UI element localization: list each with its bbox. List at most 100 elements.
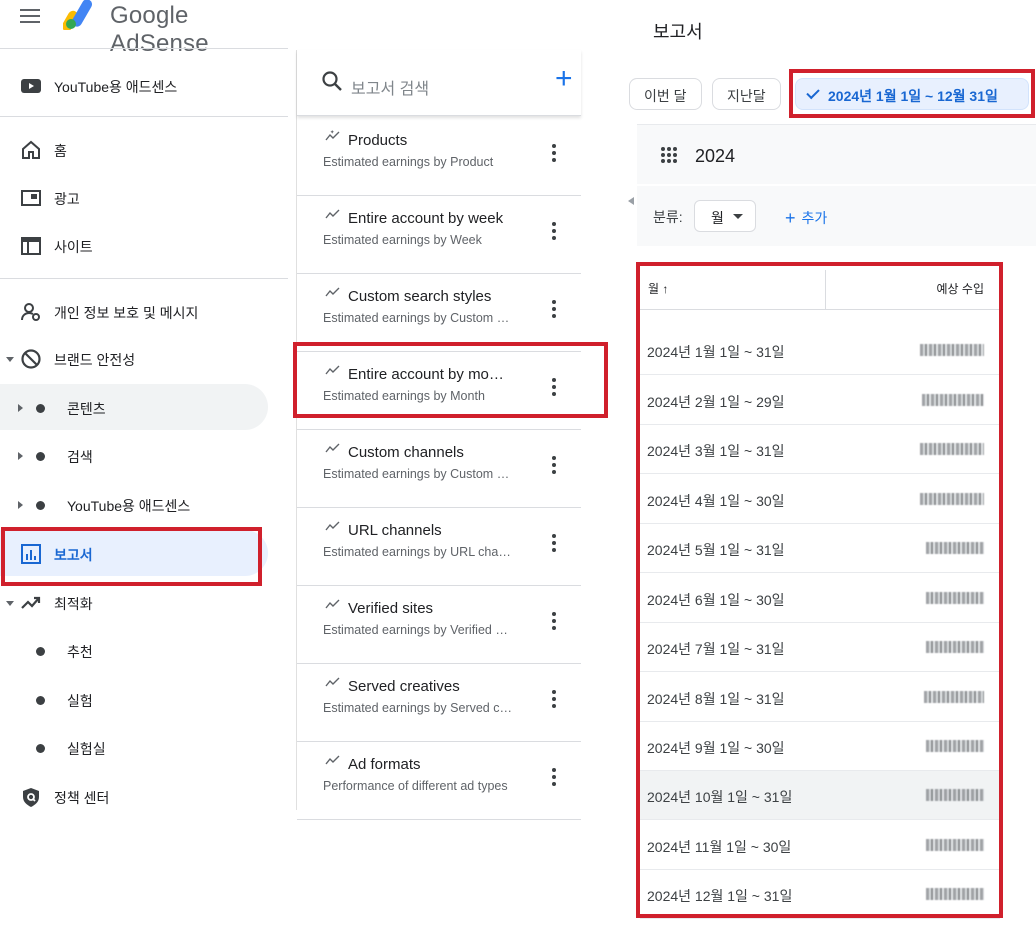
search-input[interactable]: 보고서 검색 [351, 75, 429, 99]
chevron-right-icon[interactable] [18, 501, 23, 509]
breakdown-row: 분류: 월 + 추가 [637, 186, 1036, 246]
table-row[interactable]: 2024년 9월 1일 ~ 30일 [640, 722, 1000, 771]
table-row[interactable]: 2024년 1월 1일 ~ 31일 [640, 326, 1000, 375]
sidebar-item-reports[interactable]: 보고서 [0, 530, 268, 576]
sidebar-item-ads[interactable]: 광고 [0, 174, 268, 220]
trending-up-icon [21, 596, 41, 609]
report-item-verified-sites[interactable]: Verified sites Estimated earnings by Ver… [297, 586, 581, 664]
bullet-icon [36, 452, 45, 461]
search-icon [322, 71, 342, 91]
person-settings-icon [21, 303, 40, 321]
month-cell: 2024년 4월 1일 ~ 30일 [647, 493, 785, 509]
sparkline-icon [325, 130, 340, 141]
sidebar-item-brand-safety[interactable]: 브랜드 안전성 [0, 335, 268, 381]
sidebar-item-policy-center[interactable]: 정책 센터 [0, 773, 268, 819]
report-description: Estimated earnings by Verified site [323, 623, 513, 637]
sparkline-icon [325, 209, 340, 219]
date-chip-this-month[interactable]: 이번 달 [629, 78, 702, 110]
sidebar-item-label: 사이트 [54, 239, 93, 255]
sidebar-item-youtube-adsense-sub[interactable]: YouTube용 애드센스 [0, 481, 268, 527]
table-row[interactable]: 2024년 5월 1일 ~ 31일 [640, 524, 1000, 573]
scroll-left-button[interactable] [627, 186, 637, 246]
add-report-icon[interactable]: + [555, 64, 573, 94]
table-row[interactable]: 2024년 12월 1일 ~ 31일 [640, 870, 1000, 919]
add-breakdown-button[interactable]: + 추가 [785, 207, 827, 228]
sidebar-item-privacy-messaging[interactable]: 개인 정보 보호 및 메시지 [0, 288, 268, 334]
year-row[interactable]: 2024 [637, 124, 1036, 184]
menu-icon[interactable] [20, 8, 42, 26]
report-item-custom-channels[interactable]: Custom channels Estimated earnings by Cu… [297, 430, 581, 508]
report-item-url-channels[interactable]: URL channels Estimated earnings by URL c… [297, 508, 581, 586]
table-row[interactable]: 2024년 8월 1일 ~ 31일 [640, 673, 1000, 722]
more-vert-icon[interactable] [549, 378, 559, 398]
sidebar-item-label: 검색 [67, 449, 93, 465]
report-item-account-by-month[interactable]: Entire account by month Estimated earnin… [297, 352, 581, 430]
sidebar-item-optimization[interactable]: 최적화 [0, 579, 268, 625]
report-item-account-by-week[interactable]: Entire account by week Estimated earning… [297, 196, 581, 274]
earnings-cell-redacted [920, 443, 984, 455]
more-vert-icon[interactable] [549, 768, 559, 788]
report-item-served-creatives[interactable]: Served creatives Estimated earnings by S… [297, 664, 581, 742]
chevron-right-icon[interactable] [18, 452, 23, 460]
table-row[interactable]: 2024년 7월 1일 ~ 31일 [640, 623, 1000, 672]
chevron-down-icon[interactable] [6, 601, 14, 606]
sidebar-item-recommendations[interactable]: 추천 [0, 627, 268, 673]
more-vert-icon[interactable] [549, 300, 559, 320]
more-vert-icon[interactable] [549, 144, 559, 164]
sidebar-item-experiments[interactable]: 실험 [0, 676, 268, 722]
report-title: Custom channels [348, 444, 464, 461]
chevron-down-icon[interactable] [6, 357, 14, 362]
home-icon [22, 140, 40, 159]
sidebar-item-label: YouTube용 애드센스 [67, 498, 191, 514]
more-vert-icon[interactable] [549, 456, 559, 476]
report-search-bar[interactable]: 보고서 검색 + [297, 50, 581, 116]
sidebar-item-youtube-adsense[interactable]: YouTube용 애드센스 [0, 62, 268, 108]
sidebar-item-content[interactable]: 콘텐츠 [0, 384, 268, 430]
table-header: 월 ↑ 예상 수입 [640, 270, 1000, 310]
table-row[interactable]: 2024년 2월 1일 ~ 29일 [640, 376, 1000, 425]
sidebar-item-sites[interactable]: 사이트 [0, 222, 268, 268]
apps-grid-icon [661, 147, 677, 163]
sidebar-item-home[interactable]: 홈 [0, 126, 268, 172]
report-item-ad-formats[interactable]: Ad formats Performance of different ad t… [297, 742, 581, 820]
date-chip-last-month[interactable]: 지난달 [712, 78, 781, 110]
chevron-right-icon[interactable] [18, 404, 23, 412]
sparkline-icon [325, 443, 340, 453]
sparkline-icon [325, 677, 340, 687]
more-vert-icon[interactable] [549, 222, 559, 242]
sparkline-icon [325, 599, 340, 609]
more-vert-icon[interactable] [549, 534, 559, 554]
month-cell: 2024년 6월 1일 ~ 30일 [647, 592, 785, 608]
shield-icon [23, 788, 39, 807]
sidebar-item-label: 홈 [54, 143, 67, 159]
report-title: Served creatives [348, 678, 460, 695]
sparkline-icon [325, 521, 340, 531]
column-header-month[interactable]: 월 ↑ [648, 280, 668, 297]
report-item-custom-search-styles[interactable]: Custom search styles Estimated earnings … [297, 274, 581, 352]
report-title: URL channels [348, 522, 442, 539]
sidebar-item-labs[interactable]: 실험실 [0, 724, 268, 770]
table-row[interactable]: 2024년 3월 1일 ~ 31일 [640, 425, 1000, 474]
table-row[interactable]: 2024년 6월 1일 ~ 30일 [640, 574, 1000, 623]
bullet-icon [36, 647, 45, 656]
plus-icon: + [785, 208, 796, 228]
month-cell: 2024년 1월 1일 ~ 31일 [647, 344, 785, 360]
sidebar-item-label: 실험 [67, 693, 93, 709]
more-vert-icon[interactable] [549, 612, 559, 632]
breakdown-select[interactable]: 월 [694, 200, 756, 232]
table-row[interactable]: 2024년 4월 1일 ~ 30일 [640, 475, 1000, 524]
report-item-products[interactable]: Products Estimated earnings by Product [297, 118, 581, 196]
date-range-chip[interactable]: 2024년 1월 1일 ~ 12월 31일 [795, 78, 1029, 110]
sidebar-item-label: YouTube용 애드센스 [54, 79, 178, 95]
table-row[interactable]: 2024년 10월 1일 ~ 31일 [640, 771, 1000, 820]
more-vert-icon[interactable] [549, 690, 559, 710]
column-header-estimated-earnings[interactable]: 예상 수입 [937, 280, 985, 297]
report-view: 보고서 이번 달 지난달 2024년 1월 1일 ~ 12월 31일 2024 … [627, 0, 1036, 945]
bullet-icon [36, 404, 45, 413]
report-description: Estimated earnings by Week [323, 233, 482, 247]
report-description: Performance of different ad types [323, 779, 508, 793]
table-row[interactable]: 2024년 11월 1일 ~ 30일 [640, 821, 1000, 870]
sidebar-item-search[interactable]: 검색 [0, 432, 268, 478]
earnings-cell-redacted [924, 542, 984, 554]
report-title: Entire account by week [348, 210, 504, 227]
